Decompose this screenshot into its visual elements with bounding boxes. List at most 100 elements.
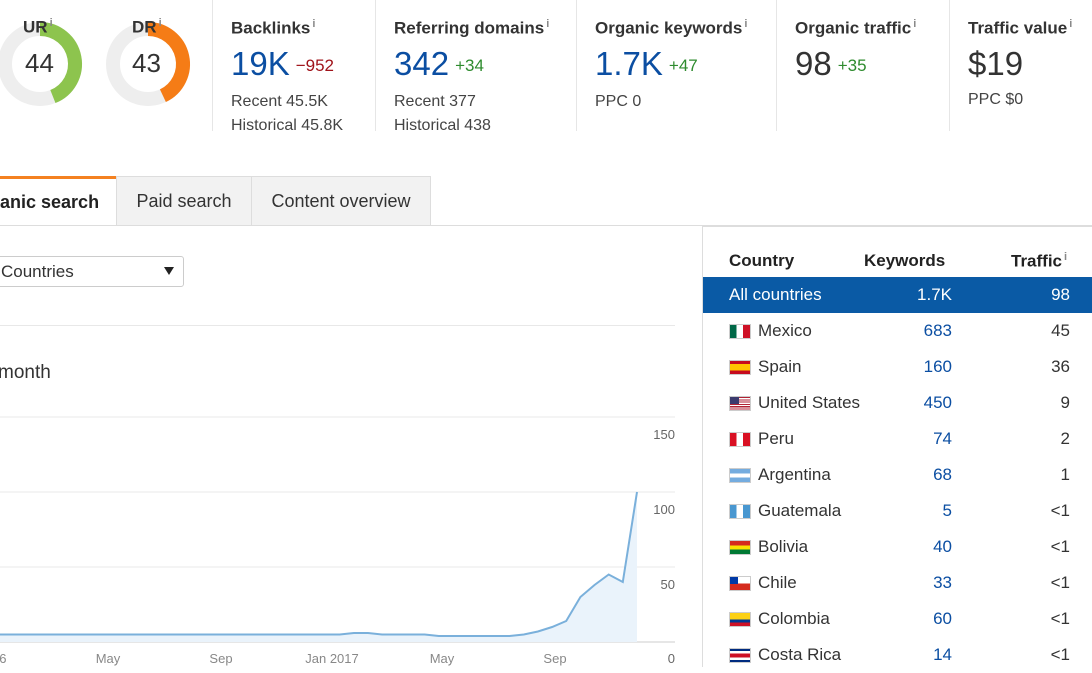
country-name[interactable]: Guatemala [758,493,841,529]
metric-referring-domains[interactable]: Referring domains i 342 +34 Recent 377 His… [394,18,549,138]
keywords-count[interactable]: 450 [924,385,952,421]
country-name[interactable]: Costa Rica [758,637,841,673]
traffic-chart-svg: 150 100 50 0 2016 May Sep Jan 2017 May Sep [0,416,675,666]
dr-value: 43 [132,48,161,78]
col-header-country[interactable]: Country [729,251,794,271]
country-name[interactable]: Spain [758,349,801,385]
metric-traffic-value: Traffic value i $19 PPC $0 [968,18,1072,112]
table-row[interactable]: Guatemala 5 <1 [703,493,1092,529]
country-name[interactable]: Argentina [758,457,831,493]
metric-delta: +47 [668,55,698,75]
table-row[interactable]: Costa Rica 14 <1 [703,637,1092,673]
traffic-count: <1 [1050,537,1070,556]
es-flag-icon [729,360,751,375]
metric-organic-traffic[interactable]: Organic traffic i 98 +35 [795,18,916,84]
x-tick-label: 2016 [0,651,6,666]
divider [0,325,675,326]
metric-value: 98 +35 [795,44,867,82]
metric-sub: Historical 438 [394,116,491,134]
keywords-count[interactable]: 160 [924,349,952,385]
traffic-count: <1 [1050,501,1070,520]
country-name[interactable]: Colombia [758,601,830,637]
keywords-count[interactable]: 60 [933,601,952,637]
traffic-count: <1 [1050,573,1070,592]
traffic-count: 9 [1060,393,1070,412]
country-name[interactable]: Chile [758,565,797,601]
traffic-line [0,491,638,637]
keywords-count[interactable]: 68 [933,457,952,493]
traffic-count: <1 [1050,609,1070,628]
divider [776,0,777,131]
divider [949,0,950,131]
metric-backlinks[interactable]: Backlinks i 19K −952 Recent 45.5K Historic… [231,18,343,138]
metric-title: Organic traffic i [795,18,917,38]
gt-flag-icon [729,504,751,519]
tab-paid-search[interactable]: Paid search [116,176,252,225]
country-name[interactable]: United States [758,385,860,421]
tab-organic-search[interactable]: anic search [0,176,116,225]
cr-flag-icon [729,648,751,663]
keywords-count[interactable]: 33 [933,565,952,601]
traffic-count: 1 [1060,465,1070,484]
traffic-count: 2 [1060,429,1070,448]
metric-delta: +34 [455,55,484,75]
y-tick-label: 0 [668,651,675,666]
metric-sub: Recent 45.5K [231,92,328,110]
metric-value[interactable]: 1.7K +47 [595,45,747,84]
traffic-count: 36 [1051,357,1070,376]
divider [576,0,577,131]
metric-title: Traffic value i [968,18,1073,38]
metric-sub: PPC $0 [968,90,1024,108]
divider [212,0,213,131]
metric-value: $19 [968,44,1024,82]
table-row[interactable]: Mexico 683 45 [703,313,1092,349]
keywords-count[interactable]: 683 [924,313,952,349]
country-name[interactable]: Mexico [758,313,812,349]
table-row[interactable]: Spain 160 36 [703,349,1092,385]
table-row-all-countries[interactable]: All countries 1.7K 98 [703,277,1092,313]
tab-content-overview[interactable]: Content overview [251,176,431,225]
table-row[interactable]: Colombia 60 <1 [703,601,1092,637]
keywords-count[interactable]: 40 [933,529,952,565]
metric-delta: +35 [837,55,867,75]
metric-delta: −952 [295,55,335,75]
country-name[interactable]: Bolivia [758,529,808,565]
table-row[interactable]: Peru 74 2 [703,421,1092,457]
keywords-count[interactable]: 74 [933,421,952,457]
x-tick-label: Sep [209,651,232,666]
metric-value[interactable]: 342 +34 [394,45,549,84]
ur-label: UR i [23,17,53,37]
metric-value[interactable]: 19K −952 [231,45,343,84]
table-row[interactable]: United States 450 9 [703,385,1092,421]
country-name: All countries [729,285,822,304]
pe-flag-icon [729,432,751,447]
metric-sub: PPC 0 [595,92,642,110]
keywords-count[interactable]: 5 [943,493,952,529]
mx-flag-icon [729,324,751,339]
metric-sub: Historical 45.8K [231,116,344,134]
x-tick-label: Sep [543,651,566,666]
table-row[interactable]: Chile 33 <1 [703,565,1092,601]
divider [375,0,376,131]
ar-flag-icon [729,468,751,483]
keywords-count[interactable]: 14 [933,637,952,673]
country-select[interactable]: Countries [0,256,184,287]
metric-organic-keywords[interactable]: Organic keywords i 1.7K +47 PPC 0 [595,18,747,114]
x-tick-label: May [96,651,121,666]
ur-value: 44 [25,48,54,78]
y-tick-label: 50 [661,577,675,592]
country-name[interactable]: Peru [758,421,794,457]
traffic-chart: 150 100 50 0 2016 May Sep Jan 2017 May Sep [0,415,690,667]
dr-label: DR i [132,17,162,37]
col-header-keywords[interactable]: Keywords [864,251,945,271]
chevron-down-icon [164,267,174,275]
metric-title: Organic keywords i [595,18,748,38]
metric-sub: Recent 377 [394,92,476,110]
table-row[interactable]: Bolivia 40 <1 [703,529,1092,565]
table-row[interactable]: Argentina 68 1 [703,457,1092,493]
col-header-traffic[interactable]: Traffic i [1011,251,1067,272]
bo-flag-icon [729,540,751,555]
keywords-count: 1.7K [917,285,952,304]
x-tick-label: May [430,651,455,666]
cl-flag-icon [729,576,751,591]
